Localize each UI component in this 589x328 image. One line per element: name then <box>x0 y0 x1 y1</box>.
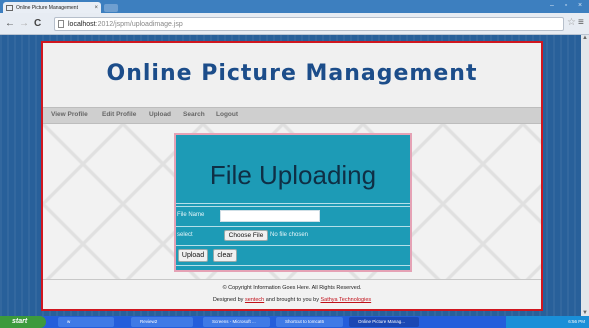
taskbar: start w Review2 Screens - Microsoft ... … <box>0 316 589 328</box>
bookmark-star-icon[interactable]: ☆ <box>567 17 576 28</box>
tab-title: Online Picture Management <box>16 4 78 11</box>
copyright-text: © Copyright Information Goes Here. All R… <box>222 285 362 291</box>
clock: 6:56 PM <box>568 319 585 324</box>
url-host: localhost <box>68 20 96 28</box>
menu-icon[interactable]: ≡ <box>578 17 584 28</box>
designer-link[interactable]: sentech <box>245 297 264 303</box>
document-icon <box>58 20 64 28</box>
divider <box>176 265 410 266</box>
browser-tab-strip: Online Picture Management × – ▫ × <box>0 0 589 13</box>
select-label: select <box>177 232 193 238</box>
site-container: Online Picture Management View Profile E… <box>41 41 543 311</box>
divider <box>176 245 410 246</box>
close-tab-icon[interactable]: × <box>94 5 98 11</box>
taskbar-item[interactable]: Shortcut to tomcat6 <box>276 317 343 327</box>
page-icon <box>6 4 13 11</box>
new-tab-button[interactable] <box>104 4 118 12</box>
no-file-text: No file chosen <box>270 232 309 238</box>
upload-button[interactable]: Upload <box>178 249 208 262</box>
choose-file-button[interactable]: Choose File <box>224 230 268 241</box>
nav-view-profile[interactable]: View Profile <box>51 111 88 118</box>
nav-edit-profile[interactable]: Edit Profile <box>102 111 136 118</box>
nav-logout[interactable]: Logout <box>216 111 238 118</box>
address-bar[interactable]: localhost :2012/jspm/uploadimage.jsp <box>54 17 564 31</box>
clear-button[interactable]: clear <box>213 249 237 262</box>
scrollbar[interactable]: ▲ ▼ <box>581 35 589 316</box>
divider <box>176 203 410 204</box>
file-name-label: File Name <box>177 212 205 218</box>
taskbar-item-active[interactable]: Online Picture Manag... <box>349 317 419 327</box>
file-name-input[interactable] <box>220 210 320 222</box>
taskbar-item[interactable]: Review2 <box>131 317 193 327</box>
reload-icon[interactable]: C <box>34 18 41 30</box>
footer-divider <box>43 279 541 280</box>
designed-by-text: Designed by <box>212 297 244 303</box>
brought-text: and brought to you by <box>265 297 319 303</box>
divider <box>176 206 410 207</box>
nav-search[interactable]: Search <box>183 111 205 118</box>
site-title: Online Picture Management <box>106 61 478 86</box>
url-path: :2012/jspm/uploadimage.jsp <box>95 20 183 28</box>
maximize-icon[interactable]: ▫ <box>559 1 573 10</box>
close-window-icon[interactable]: × <box>573 1 587 10</box>
browser-toolbar: ← → C localhost :2012/jspm/uploadimage.j… <box>0 13 589 35</box>
browser-tab[interactable]: Online Picture Management × <box>3 2 101 13</box>
main-nav: View Profile Edit Profile Upload Search … <box>43 107 541 124</box>
company-link[interactable]: Sathya Technologies <box>320 297 371 303</box>
system-tray: 6:56 PM <box>506 316 589 328</box>
scroll-up-icon[interactable]: ▲ <box>581 35 589 41</box>
forward-arrow-icon[interactable]: → <box>19 18 29 30</box>
site-header: Online Picture Management <box>43 43 541 107</box>
taskbar-item[interactable]: w <box>58 317 114 327</box>
nav-upload[interactable]: Upload <box>149 111 171 118</box>
divider <box>176 226 410 227</box>
start-button[interactable]: start <box>0 316 46 328</box>
upload-heading: File Uploading <box>209 160 377 190</box>
back-arrow-icon[interactable]: ← <box>5 18 15 30</box>
minimize-icon[interactable]: – <box>545 1 559 10</box>
taskbar-item[interactable]: Screens - Microsoft ... <box>203 317 270 327</box>
designer-credit: Designed by sentech and brought to you b… <box>43 297 541 303</box>
upload-panel: File Uploading File Name select Choose F… <box>174 133 412 272</box>
